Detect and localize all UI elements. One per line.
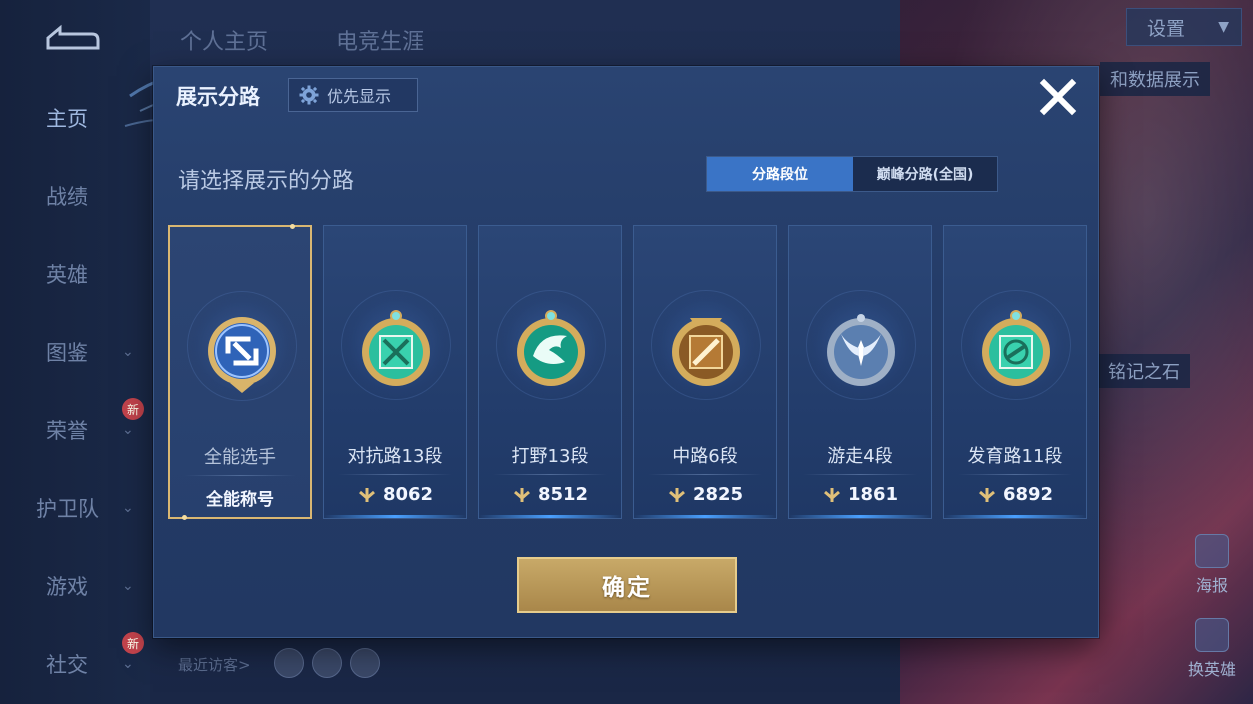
lane-mode-toggle: 分路段位 巅峰分路(全国) bbox=[706, 156, 998, 192]
avatar[interactable] bbox=[350, 648, 380, 678]
card-highlight-line bbox=[634, 515, 776, 518]
divider bbox=[338, 474, 452, 475]
jungle-emblem-icon bbox=[517, 310, 585, 386]
points-icon bbox=[358, 487, 375, 502]
all-round-emblem-icon bbox=[208, 317, 276, 393]
recent-visitors-link[interactable]: 最近访客> bbox=[178, 654, 251, 675]
poster-icon bbox=[1195, 534, 1229, 568]
roam-emblem-icon bbox=[827, 314, 895, 386]
sidebar-item-record[interactable]: 战绩 bbox=[0, 176, 150, 216]
lane-score: 1861 bbox=[789, 484, 931, 505]
farm-lane-emblem-icon bbox=[982, 310, 1050, 386]
lane-cards: 全能选手 全能称号 对抗路13段 8062 打野13段 8512 中路6段 28… bbox=[168, 224, 1087, 521]
select-lane-prompt: 请选择展示的分路 bbox=[178, 169, 355, 194]
lane-card-roam[interactable]: 游走4段 1861 bbox=[788, 225, 932, 519]
avatar[interactable] bbox=[312, 648, 342, 678]
divider bbox=[648, 474, 762, 475]
switch-hero-icon bbox=[1195, 618, 1229, 652]
lane-name: 全能选手 bbox=[204, 447, 276, 468]
close-icon[interactable] bbox=[1036, 75, 1080, 119]
score-value: 6892 bbox=[1002, 484, 1054, 505]
card-highlight-line bbox=[789, 515, 931, 518]
sidebar-item-honor[interactable]: 荣誉 ⌄ bbox=[0, 410, 150, 450]
poster-label: 海报 bbox=[1195, 576, 1228, 595]
card-highlight-line bbox=[944, 515, 1086, 518]
card-highlight-line bbox=[479, 515, 621, 518]
score-value: 8512 bbox=[537, 484, 589, 505]
points-icon bbox=[668, 487, 685, 502]
data-display-peek: 和数据展示 bbox=[1100, 62, 1210, 96]
sidebar-item-game[interactable]: 游戏 ⌄ bbox=[0, 566, 150, 606]
avatar[interactable] bbox=[274, 648, 304, 678]
gear-icon bbox=[299, 85, 319, 105]
confirm-button[interactable]: 确定 bbox=[517, 557, 737, 613]
switch-hero-label: 换英雄 bbox=[1187, 660, 1236, 679]
sidebar-item-heroes[interactable]: 英雄 bbox=[0, 254, 150, 294]
sidebar-item-label: 主页 bbox=[46, 107, 88, 131]
divider bbox=[958, 474, 1072, 475]
lane-card-farm[interactable]: 发育路11段 6892 bbox=[943, 225, 1087, 519]
divider bbox=[184, 475, 296, 476]
divider bbox=[803, 474, 917, 475]
chevron-down-icon: ▼ bbox=[1218, 19, 1229, 35]
sidebar-item-label: 护卫队 bbox=[36, 497, 99, 521]
chevron-down-icon: ⌄ bbox=[122, 656, 134, 672]
divider bbox=[493, 474, 607, 475]
stone-peek: 铭记之石 bbox=[1098, 354, 1190, 388]
lane-rank: 中路6段 bbox=[672, 446, 738, 467]
all-round-title: 全能称号 bbox=[206, 490, 274, 510]
lane-display-dialog: 展示分路 优先显示 请选择展示的分路 分路段位 巅峰分路(全国) 全能选手 全能… bbox=[153, 66, 1099, 638]
lane-rank: 游走4段 bbox=[827, 446, 893, 467]
corner-sparkle bbox=[182, 515, 187, 520]
score-value: 2825 bbox=[692, 484, 744, 505]
corner-sparkle bbox=[290, 224, 295, 229]
lane-rank: 打野13段 bbox=[511, 446, 589, 467]
lane-card-all-round[interactable]: 全能选手 全能称号 bbox=[168, 224, 312, 520]
score-value: 8062 bbox=[382, 484, 434, 505]
poster-button[interactable]: 海报 bbox=[1180, 534, 1244, 596]
lane-score: 6892 bbox=[944, 484, 1086, 505]
score-value: 1861 bbox=[847, 484, 899, 505]
sidebar-item-label: 社交 bbox=[46, 653, 88, 677]
tab-peak-lane-national[interactable]: 巅峰分路(全国) bbox=[853, 157, 997, 191]
sidebar-item-codex[interactable]: 图鉴 ⌄ bbox=[0, 332, 150, 372]
priority-display-button[interactable]: 优先显示 bbox=[288, 78, 418, 112]
sidebar-item-guard-team[interactable]: 护卫队 ⌄ bbox=[0, 488, 150, 528]
tab-lane-rank[interactable]: 分路段位 bbox=[707, 157, 853, 191]
lane-rank: 对抗路13段 bbox=[347, 446, 443, 467]
lane-rank: 发育路11段 bbox=[967, 446, 1063, 467]
lane-score: 2825 bbox=[634, 484, 776, 505]
back-arrow-icon[interactable] bbox=[40, 22, 104, 54]
lane-card-jungle[interactable]: 打野13段 8512 bbox=[478, 225, 622, 519]
sidebar-item-label: 战绩 bbox=[46, 185, 88, 209]
mid-lane-emblem-icon bbox=[672, 318, 740, 386]
sidebar-item-social[interactable]: 社交 ⌄ bbox=[0, 644, 150, 684]
points-icon bbox=[513, 487, 530, 502]
points-icon bbox=[823, 487, 840, 502]
sidebar-item-label: 英雄 bbox=[46, 263, 88, 287]
lane-score: 8512 bbox=[479, 484, 621, 505]
sidebar-item-label: 图鉴 bbox=[46, 341, 88, 365]
dialog-title: 展示分路 bbox=[176, 85, 260, 109]
settings-button[interactable]: 设置 ▼ bbox=[1126, 8, 1242, 46]
card-highlight-line bbox=[324, 515, 466, 518]
tab-personal-home[interactable]: 个人主页 bbox=[180, 24, 268, 56]
settings-label: 设置 bbox=[1147, 17, 1186, 40]
chevron-down-icon: ⌄ bbox=[122, 344, 134, 360]
sidebar-item-label: 荣誉 bbox=[46, 419, 88, 443]
sidebar-item-label: 游戏 bbox=[46, 575, 88, 599]
chevron-down-icon: ⌄ bbox=[122, 500, 134, 516]
lane-score: 8062 bbox=[324, 484, 466, 505]
lane-card-mid[interactable]: 中路6段 2825 bbox=[633, 225, 777, 519]
tab-esports-career[interactable]: 电竞生涯 bbox=[336, 24, 424, 56]
points-icon bbox=[978, 487, 995, 502]
lane-card-clash[interactable]: 对抗路13段 8062 bbox=[323, 225, 467, 519]
priority-display-label: 优先显示 bbox=[327, 87, 392, 106]
chevron-down-icon: ⌄ bbox=[122, 422, 134, 438]
lane-title-label: 全能称号 bbox=[170, 485, 310, 510]
switch-hero-button[interactable]: 换英雄 bbox=[1180, 618, 1244, 680]
clash-lane-emblem-icon bbox=[362, 310, 430, 386]
chevron-down-icon: ⌄ bbox=[122, 578, 134, 594]
